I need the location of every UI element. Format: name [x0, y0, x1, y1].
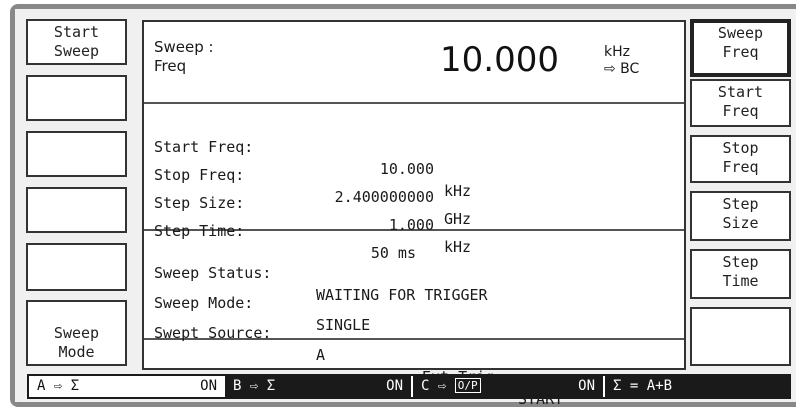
step-time-softkey[interactable]: Step Time	[690, 249, 791, 299]
softkey-label: Step	[722, 195, 759, 213]
softkey-label: Freq	[722, 43, 759, 61]
sum-equation-status: Σ = A+B	[605, 376, 789, 397]
stop-freq-softkey[interactable]: Stop Freq	[690, 135, 791, 183]
b-route-label: B ⇨ Σ	[233, 378, 276, 394]
left-softkey-5-blank[interactable]	[26, 243, 127, 291]
left-softkey-4-blank[interactable]	[26, 187, 127, 233]
softkey-label: Sweep	[53, 42, 100, 60]
softkey-label: Stop	[722, 139, 759, 157]
instrument-screen: Start Sweep Sweep Mode Sweep : Freq 10.0…	[10, 4, 796, 407]
softkey-label: Start	[53, 23, 100, 41]
source-value: A	[316, 346, 326, 364]
start-freq-softkey[interactable]: Start Freq	[690, 79, 791, 127]
output-port-badge: O/P	[454, 378, 481, 393]
sum-equation: Σ = A+B	[613, 378, 673, 394]
sweep-status-row: Sweep Status: WAITING FOR TRIGGER	[154, 240, 674, 304]
step-time-row: Step Time: 50 ms	[154, 198, 674, 262]
stop-freq-row: Stop Freq: 2.400000000 GHz	[154, 142, 674, 228]
softkey-label: Mode	[58, 343, 95, 361]
sweep-status-section: Sweep Status: WAITING FOR TRIGGER Sweep …	[144, 231, 684, 407]
softkey-label: Sweep	[717, 24, 764, 42]
softkey-label: Size	[722, 214, 759, 232]
b-to-sum-status: B ⇨ Σ ON	[225, 376, 411, 397]
left-softkey-2-blank[interactable]	[26, 75, 127, 121]
source-label: Swept Source:	[154, 324, 272, 342]
swept-source-row: Swept Source: A Ext Trig: START	[154, 300, 674, 407]
main-display: Sweep : Freq 10.000 kHz ⇨ BC Start Freq:…	[142, 20, 686, 407]
a-route-label: A ⇨ Σ	[37, 378, 80, 394]
routing-label: ⇨ BC	[604, 61, 640, 77]
softkey-label: Freq	[722, 158, 759, 176]
sweep-unit: kHz ⇨ BC	[604, 44, 639, 78]
softkey-label: Freq	[722, 102, 759, 120]
right-softkey-6-blank[interactable]	[690, 307, 791, 366]
sweep-label-line2: Freq	[154, 57, 187, 75]
a-route-state: ON	[200, 378, 217, 394]
unit-label: kHz	[604, 44, 630, 60]
a-to-sum-status: A ⇨ Σ ON	[29, 376, 225, 397]
display-panel: Start Sweep Sweep Mode Sweep : Freq 10.0…	[15, 9, 796, 407]
channel-status-bar: A ⇨ Σ ON B ⇨ Σ ON C ⇨ O/P ON Σ = A+B	[27, 374, 791, 399]
sweep-mode-row: Sweep Mode: SINGLE	[154, 270, 674, 334]
sweep-param-label: Sweep : Freq	[154, 38, 214, 76]
sweep-mode-softkey[interactable]: Sweep Mode	[26, 300, 127, 366]
c-route-state: ON	[578, 378, 595, 394]
sweep-label-line1: Sweep :	[154, 38, 214, 56]
c-route-label: C ⇨	[421, 378, 447, 394]
softkey-label: Step	[722, 253, 759, 271]
step-size-row: Step Size: 1.000 kHz	[154, 170, 674, 256]
frequency-parameters: Start Freq: 10.000 kHz Stop Freq: 2.4000…	[144, 104, 684, 262]
start-freq-row: Start Freq: 10.000 kHz	[154, 114, 674, 200]
b-route-state: ON	[386, 378, 403, 394]
sweep-value-readout[interactable]: 10.000	[440, 40, 559, 80]
left-softkey-3-blank[interactable]	[26, 131, 127, 177]
softkey-label: Start	[717, 83, 764, 101]
softkey-label: Time	[722, 272, 759, 290]
c-to-output-status: C ⇨ O/P ON	[413, 376, 603, 397]
sweep-header: Sweep : Freq 10.000 kHz ⇨ BC	[144, 22, 684, 104]
start-sweep-softkey[interactable]: Start Sweep	[26, 19, 127, 65]
step-size-softkey[interactable]: Step Size	[690, 191, 791, 241]
sweep-freq-softkey[interactable]: Sweep Freq	[690, 19, 791, 77]
softkey-label: Sweep	[53, 324, 100, 342]
